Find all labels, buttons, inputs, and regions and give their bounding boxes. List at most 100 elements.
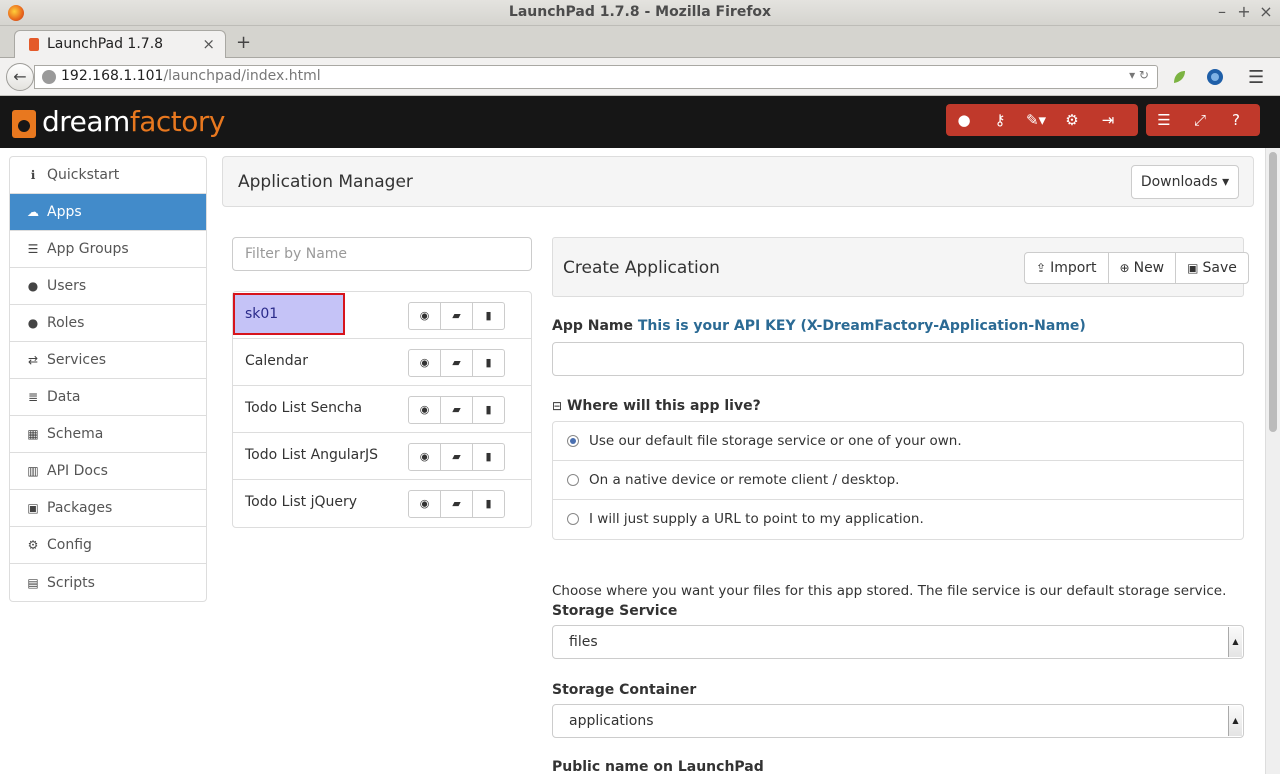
app-name-label: App Name This is your API KEY (X-DreamFa… <box>552 318 1086 334</box>
option-native-device[interactable]: On a native device or remote client / de… <box>553 461 1243 500</box>
app-name[interactable]: Todo List AngularJS <box>245 447 378 463</box>
option-url[interactable]: I will just supply a URL to point to my … <box>553 500 1243 539</box>
back-button[interactable]: ← <box>6 63 34 91</box>
create-application-title: Create Application <box>563 258 720 278</box>
eye-icon[interactable]: ◉ <box>408 443 441 471</box>
sidebar-item-users[interactable]: ● Users <box>10 268 206 305</box>
eye-icon[interactable]: ◉ <box>408 396 441 424</box>
eye-icon[interactable]: ◉ <box>408 302 441 330</box>
help-icon[interactable]: ? <box>1218 104 1254 136</box>
trash-icon[interactable]: ▮ <box>472 490 505 518</box>
sidebar-item-packages[interactable]: ▣ Packages <box>10 490 206 527</box>
list-item[interactable]: Todo List AngularJS ◉ ▰ ▮ <box>233 433 531 480</box>
sidebar-item-api-docs[interactable]: ▥ API Docs <box>10 453 206 490</box>
minimize-button[interactable]: – <box>1212 2 1232 21</box>
folder-open-icon[interactable]: ▰ <box>440 443 473 471</box>
sidebar-item-config[interactable]: ⚙ Config <box>10 527 206 564</box>
reload-icon[interactable]: ▾ ↻ <box>1129 68 1149 82</box>
app-name[interactable]: sk01 <box>245 306 278 322</box>
row-action-group: ◉ ▰ ▮ <box>408 302 505 330</box>
trash-icon[interactable]: ▮ <box>472 349 505 377</box>
sidebar-item-schema[interactable]: ▦ Schema <box>10 416 206 453</box>
app-name[interactable]: Calendar <box>245 353 308 369</box>
fullscreen-icon[interactable]: ⤢ <box>1182 104 1218 136</box>
list-item[interactable]: sk01 ◉ ▰ ▮ <box>233 292 531 339</box>
storage-container-select[interactable]: applications ▲ <box>552 704 1244 738</box>
save-button[interactable]: ▣ Save <box>1175 252 1249 284</box>
gear-icon[interactable]: ⚙ <box>1054 104 1090 136</box>
folder-open-icon[interactable]: ▰ <box>440 490 473 518</box>
list-icon[interactable]: ☰ <box>1146 104 1182 136</box>
key-icon[interactable]: ⚷ <box>982 104 1018 136</box>
list-item[interactable]: Todo List jQuery ◉ ▰ ▮ <box>233 480 531 527</box>
sidebar-item-roles[interactable]: ● Roles <box>10 305 206 342</box>
scrollbar-thumb[interactable] <box>1269 152 1277 432</box>
radio-default-storage[interactable] <box>567 435 579 447</box>
info-icon: ℹ <box>30 168 36 182</box>
leaf-addon-icon[interactable] <box>1170 68 1188 86</box>
trash-icon[interactable]: ▮ <box>472 302 505 330</box>
eye-icon[interactable]: ◉ <box>408 349 441 377</box>
eye-icon[interactable]: ◉ <box>408 490 441 518</box>
row-action-group: ◉ ▰ ▮ <box>408 443 505 471</box>
chevron-down-icon: ▲ <box>1228 706 1242 736</box>
radio-url[interactable] <box>567 513 579 525</box>
plus-circle-icon: ⊕ <box>1119 261 1130 275</box>
where-live-label: ⊟ Where will this app live? <box>552 398 761 414</box>
trash-icon[interactable]: ▮ <box>472 396 505 424</box>
storage-service-label: Storage Service <box>552 603 678 619</box>
database-icon: ≣ <box>27 390 39 404</box>
filter-by-name-input[interactable] <box>232 237 532 271</box>
public-name-label: Public name on LaunchPad <box>552 759 764 775</box>
row-action-group: ◉ ▰ ▮ <box>408 396 505 424</box>
wrench-icon[interactable]: ✎▾ <box>1018 104 1054 136</box>
sidebar-item-apps[interactable]: ☁ Apps <box>10 194 206 231</box>
users-icon: ● <box>27 316 39 330</box>
arrow-left-icon: ← <box>13 67 27 86</box>
dreamfactory-cube-icon <box>12 110 36 138</box>
app-name[interactable]: Todo List jQuery <box>245 494 357 510</box>
exchange-icon: ⇄ <box>27 353 39 367</box>
radio-native-device[interactable] <box>567 474 579 486</box>
sidebar-item-quickstart[interactable]: ℹ Quickstart <box>10 157 206 194</box>
addon-globe-icon[interactable] <box>1206 68 1224 86</box>
dreamfactory-favicon-icon <box>29 38 39 51</box>
new-button[interactable]: ⊕ New <box>1107 252 1177 284</box>
list-item[interactable]: Todo List Sencha ◉ ▰ ▮ <box>233 386 531 433</box>
tab-label: LaunchPad 1.7.8 <box>47 36 164 52</box>
folder-open-icon[interactable]: ▰ <box>440 396 473 424</box>
url-text: 192.168.1.101/launchpad/index.html <box>61 68 321 84</box>
trash-icon[interactable]: ▮ <box>472 443 505 471</box>
new-tab-button[interactable]: + <box>236 32 251 53</box>
app-name[interactable]: Todo List Sencha <box>245 400 362 416</box>
app-name-input[interactable] <box>552 342 1244 376</box>
user-icon: ● <box>27 279 39 293</box>
app-location-options: Use our default file storage service or … <box>552 421 1244 540</box>
folder-open-icon[interactable]: ▰ <box>440 302 473 330</box>
downloads-button[interactable]: Downloads ▾ <box>1131 165 1239 199</box>
sidebar-item-app-groups[interactable]: ☰ App Groups <box>10 231 206 268</box>
view-toolbar: ☰ ⤢ ? <box>1146 104 1260 136</box>
file-icon: ▤ <box>27 575 39 590</box>
folder-open-icon[interactable]: ▰ <box>440 349 473 377</box>
page-scrollbar[interactable] <box>1265 148 1280 774</box>
sidebar-nav: ℹ Quickstart ☁ Apps ☰ App Groups ● Users ● Ro… <box>9 156 207 602</box>
option-default-storage[interactable]: Use our default file storage service or … <box>553 422 1243 461</box>
maximize-button[interactable]: + <box>1234 2 1254 21</box>
url-bar[interactable]: 192.168.1.101/launchpad/index.html ▾ ↻ <box>34 65 1158 89</box>
row-action-group: ◉ ▰ ▮ <box>408 490 505 518</box>
list-item[interactable]: Calendar ◉ ▰ ▮ <box>233 339 531 386</box>
sidebar-item-scripts[interactable]: ▤ Scripts <box>10 564 206 601</box>
tab-close-icon[interactable]: × <box>202 35 215 53</box>
sidebar-item-services[interactable]: ⇄ Services <box>10 342 206 379</box>
hamburger-menu-icon[interactable]: ☰ <box>1248 67 1264 88</box>
tab-launchpad[interactable]: LaunchPad 1.7.8 × <box>14 30 226 59</box>
sidebar-item-data[interactable]: ≣ Data <box>10 379 206 416</box>
user-icon[interactable]: ● <box>946 104 982 136</box>
import-button[interactable]: ⇪ Import <box>1024 252 1109 284</box>
create-action-group: ⇪ Import ⊕ New ▣ Save <box>1024 252 1249 284</box>
close-window-button[interactable]: × <box>1256 2 1276 21</box>
tab-bar: LaunchPad 1.7.8 × + <box>0 26 1280 59</box>
storage-service-select[interactable]: files ▲ <box>552 625 1244 659</box>
sign-out-icon[interactable]: ⇥ <box>1090 104 1126 136</box>
